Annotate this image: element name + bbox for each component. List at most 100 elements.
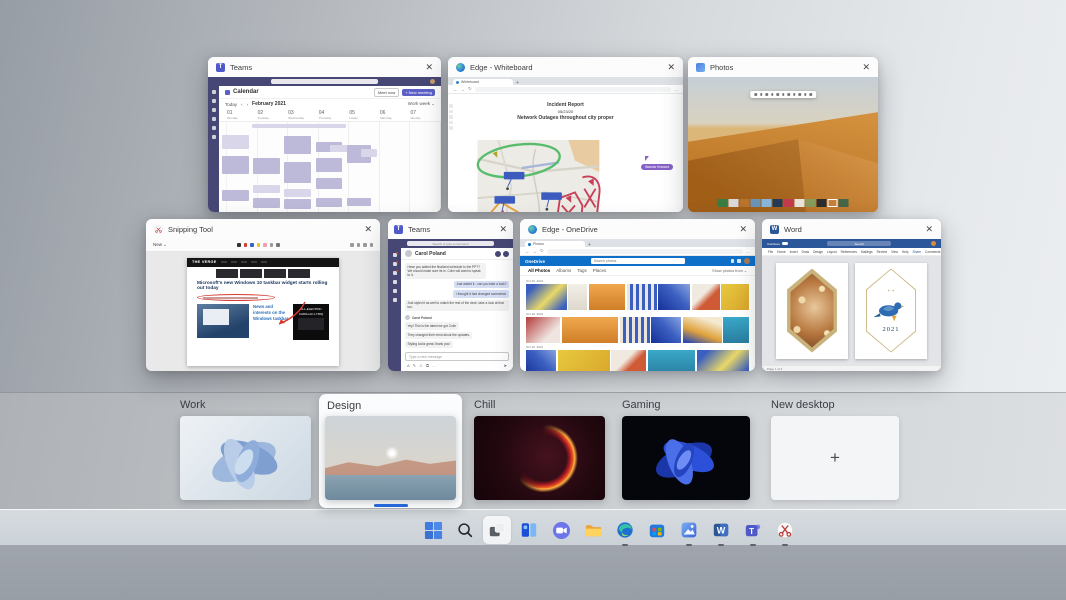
snipping-tool-icon [154, 225, 163, 234]
desktop-thumbnail-work[interactable] [180, 416, 311, 500]
desktop-label: Work [180, 399, 311, 411]
chat-button[interactable] [547, 516, 575, 544]
document-area: ✦ ✦ 2021 [762, 256, 941, 365]
teams-button[interactable]: T [739, 516, 767, 544]
red-arrow-annotation [271, 300, 311, 330]
close-icon[interactable]: ✕ [739, 225, 747, 234]
whiteboard-canvas: Incident Report 05/23/20 Network Outages… [448, 102, 683, 212]
running-indicator [686, 544, 692, 546]
calendar-icon [225, 90, 230, 95]
contact-avatar [405, 250, 412, 257]
pen-tools [237, 243, 280, 247]
desktop-thumbnail-chill[interactable] [474, 416, 605, 500]
bird-illustration [871, 293, 911, 323]
close-icon[interactable]: ✕ [667, 63, 675, 72]
desktop-label: New desktop [771, 399, 899, 411]
task-view-icon [488, 521, 506, 539]
files-icon [393, 298, 397, 302]
word-icon: W [770, 225, 779, 234]
close-icon[interactable]: ✕ [925, 225, 933, 234]
filter-dropdown: Show photos from ⌄ [712, 268, 747, 273]
desktop-chill[interactable]: Chill [474, 399, 605, 500]
desktop-thumbnail-design[interactable] [325, 416, 456, 500]
window-title: Photos [710, 63, 733, 72]
browser-tab-strip: Whiteboard + [448, 77, 683, 85]
send-icon: ➤ [504, 363, 507, 368]
desktop-label: Design [327, 400, 462, 412]
window-photos[interactable]: Photos ✕ [688, 57, 878, 212]
file-explorer-button[interactable] [579, 516, 607, 544]
desktop-work[interactable]: Work [180, 399, 311, 500]
comments-button: Comments [925, 250, 940, 254]
file-explorer-icon [584, 521, 603, 540]
teams-icon: T [394, 225, 403, 234]
day-headers: 01Monday 02Tuesday 03Wednesday 04Thursda… [219, 109, 441, 122]
teams-icon: T [744, 521, 762, 539]
article-headline: Microsoft's new Windows 10 taskbar widge… [197, 281, 329, 293]
desktop-gaming[interactable]: Gaming [622, 399, 750, 500]
whiteboard-toolbar [448, 104, 454, 130]
board-subtitle: Network Outages throughout city proper [448, 115, 683, 121]
calendar-icon [393, 280, 397, 284]
chat-icon [393, 262, 397, 266]
new-tab-icon: + [516, 81, 519, 85]
edge-icon [616, 521, 634, 539]
close-icon[interactable]: ✕ [425, 63, 433, 72]
titlebar: T Teams ✕ [208, 57, 441, 77]
word-button[interactable]: W [707, 516, 735, 544]
word-icon: W [712, 521, 730, 539]
search-button[interactable] [451, 516, 479, 544]
word-status-bar: Page 1 of 2 [762, 365, 941, 371]
window-title: Snipping Tool [168, 225, 213, 234]
svg-text:T: T [749, 527, 754, 536]
window-title: Word [784, 225, 802, 234]
task-view-button[interactable] [483, 516, 511, 544]
start-button[interactable] [419, 516, 447, 544]
desktop-new[interactable]: New desktop + [771, 399, 899, 500]
snip-preview-area: THE VERGE Microsoft's new Windows 10 tas… [146, 252, 380, 371]
window-snipping-tool[interactable]: Snipping Tool ✕ New ⌄ THE VERGE [146, 219, 380, 371]
compose-toolbar: A✎☺⧉… ➤ [401, 362, 513, 371]
settings-icon [731, 259, 735, 263]
autosave-toggle [782, 242, 788, 245]
window-edge-onedrive[interactable]: Edge - OneDrive ✕ Photos + ←→↻… OneDrive… [520, 219, 755, 371]
window-edge-whiteboard[interactable]: Edge - Whiteboard ✕ Whiteboard + ←→↻… In… [448, 57, 683, 212]
edge-button[interactable] [611, 516, 639, 544]
window-teams-calendar[interactable]: T Teams ✕ Calendar Meet now + New meetin… [208, 57, 441, 212]
word-search-input: Search [827, 241, 891, 246]
message: Have you added the finalized schedule to… [405, 263, 486, 279]
widgets-icon [520, 521, 538, 539]
new-meeting-button: + New meeting [402, 89, 435, 96]
word-ribbon-bar: AutoSave Search [762, 239, 941, 248]
close-icon[interactable]: ✕ [862, 63, 870, 72]
url-field [475, 87, 671, 92]
message-input: Type a new message [405, 352, 509, 361]
teams-app-bar: Search or type a command [388, 239, 513, 248]
running-indicator [622, 544, 628, 546]
new-desktop-button[interactable]: + [771, 416, 899, 500]
tab-tags: Tags [577, 268, 587, 273]
window-title: Edge - Whiteboard [470, 63, 533, 72]
task-view-screen: T Teams ✕ Calendar Meet now + New meetin… [0, 0, 1066, 600]
dark-bloom-wallpaper [622, 416, 750, 500]
widgets-button[interactable] [515, 516, 543, 544]
desktop-design-card[interactable]: Design [319, 394, 462, 508]
snipping-tool-button[interactable] [771, 516, 799, 544]
close-icon[interactable]: ✕ [364, 225, 372, 234]
close-icon[interactable]: ✕ [499, 225, 507, 234]
edge-icon [528, 225, 537, 234]
window-teams-chat[interactable]: T Teams ✕ Search or type a command [388, 219, 513, 371]
taskbar: W T [419, 516, 799, 544]
whiteboard-content: Whiteboard + ←→↻… Incident Report 05/23/… [448, 77, 683, 212]
teams-left-rail [388, 248, 401, 371]
snip-toolbar: New ⌄ [146, 239, 380, 252]
desktop-thumbnail-gaming[interactable] [622, 416, 750, 500]
start-icon [424, 521, 443, 540]
onedrive-brand: OneDrive [525, 259, 545, 264]
window-word[interactable]: W Word ✕ AutoSave Search FileHome Insert… [762, 219, 941, 371]
microsoft-store-button[interactable] [643, 516, 671, 544]
address-bar: ←→↻… [520, 247, 755, 256]
hexagon-photo [787, 274, 837, 348]
photos-button[interactable] [675, 516, 703, 544]
edge-icon [456, 63, 465, 72]
